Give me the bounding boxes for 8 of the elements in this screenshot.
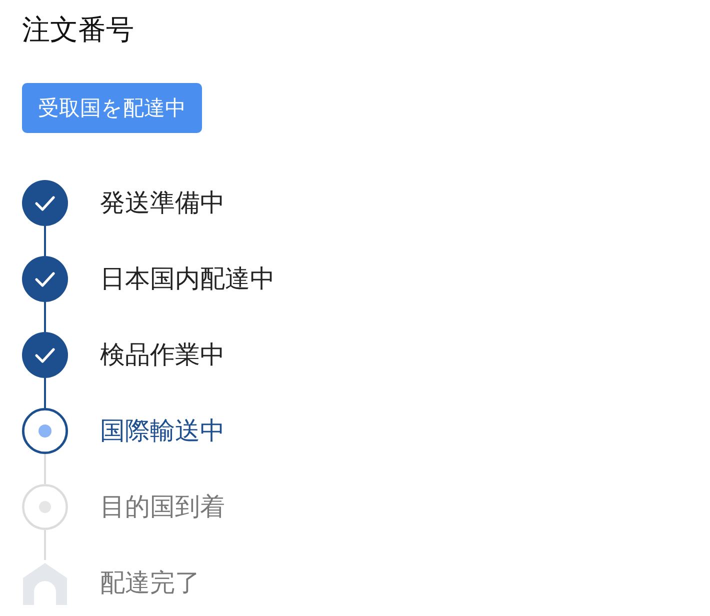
step-label: 目的国到着 (100, 491, 225, 523)
step-label: 検品作業中 (100, 339, 225, 371)
status-badge: 受取国を配達中 (22, 83, 202, 133)
step-label: 発送準備中 (100, 187, 225, 219)
step-label: 国際輸送中 (100, 415, 225, 447)
step-label: 日本国内配達中 (100, 263, 275, 295)
step-label: 配達完了 (100, 567, 200, 599)
order-number-title: 注文番号 (22, 12, 135, 48)
